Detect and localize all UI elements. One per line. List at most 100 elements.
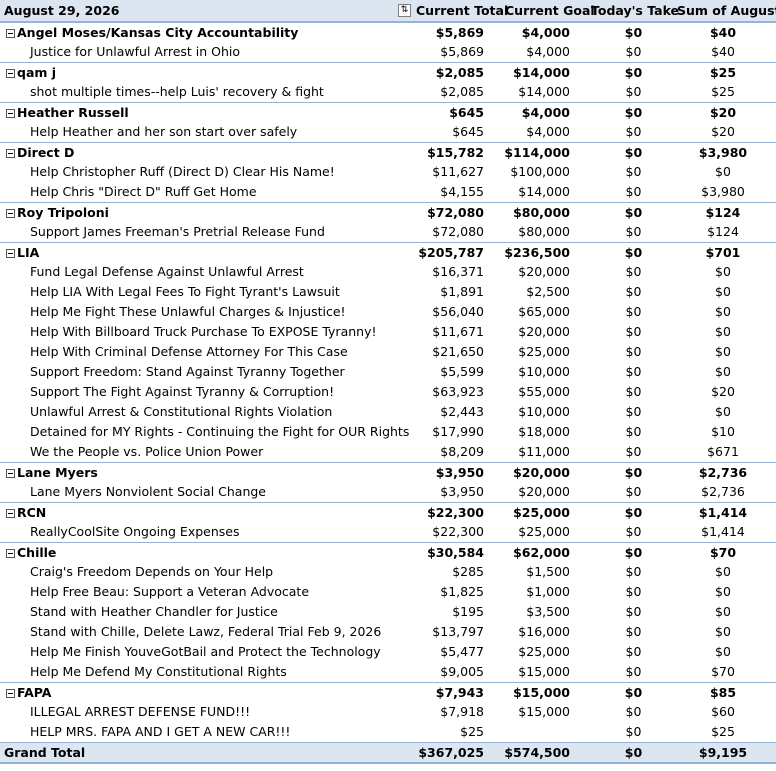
group-current-goal: $4,000 (521, 105, 570, 120)
item-row: ReallyCoolSite Ongoing Expenses $22,300 $2… (0, 522, 776, 542)
item-current-total: $5,599 (440, 364, 484, 379)
group-current-total: $2,085 (435, 65, 484, 80)
item-sum-of-august: $1,414 (701, 524, 745, 539)
item-row: Help Heather and her son start over safe… (0, 122, 776, 142)
item-name: Help With Billboard Truck Purchase To EX… (30, 324, 377, 339)
item-name: Stand with Chille, Delete Lawz, Federal … (30, 624, 382, 639)
group-row: Roy Tripoloni $72,080 $80,000 $0 $124 (0, 202, 776, 222)
item-current-total: $63,923 (432, 384, 484, 399)
item-row: Stand with Heather Chandler for Justice $… (0, 602, 776, 622)
item-current-total: $25 (460, 724, 484, 739)
item-current-goal: $65,000 (518, 304, 570, 319)
group-todays-take: $0 (624, 105, 643, 120)
group-current-total: $15,782 (427, 145, 484, 160)
item-todays-take: $0 (625, 84, 642, 99)
item-sum-of-august: $124 (707, 224, 739, 239)
item-name: Help Me Defend My Constitutional Rights (30, 664, 287, 679)
collapse-toggle-icon[interactable] (6, 69, 15, 78)
group-current-goal: $25,000 (513, 505, 570, 520)
item-todays-take: $0 (625, 284, 642, 299)
item-row: Help LIA With Legal Fees To Fight Tyrant… (0, 282, 776, 302)
item-sum-of-august: $10 (711, 424, 735, 439)
column-header-current-total[interactable]: Current Total (416, 0, 508, 21)
group-label: Angel Moses/Kansas City Accountability (6, 23, 298, 43)
collapse-toggle-icon[interactable] (6, 249, 15, 258)
item-name: Fund Legal Defense Against Unlawful Arre… (30, 264, 304, 279)
group-name: Heather Russell (17, 105, 129, 120)
group-name: Direct D (17, 145, 75, 160)
item-current-goal: $1,500 (526, 564, 570, 579)
group-todays-take: $0 (624, 205, 643, 220)
item-row: Support James Freeman's Pretrial Release… (0, 222, 776, 242)
item-name: Detained for MY Rights - Continuing the … (30, 424, 410, 439)
item-name: We the People vs. Police Union Power (30, 444, 264, 459)
group-sum-of-august: $25 (709, 65, 737, 80)
item-current-goal: $3,500 (526, 604, 570, 619)
group-row: Lane Myers $3,950 $20,000 $0 $2,736 (0, 462, 776, 482)
group-sum-of-august: $20 (709, 105, 737, 120)
item-sum-of-august: $3,980 (701, 184, 745, 199)
item-todays-take: $0 (625, 644, 642, 659)
grand-total-sum-of-august: $9,195 (698, 745, 748, 760)
group-row: qam j $2,085 $14,000 $0 $25 (0, 62, 776, 82)
item-current-goal: $15,000 (518, 664, 570, 679)
group-current-total: $5,869 (435, 25, 484, 40)
item-name: Help Me Fight These Unlawful Charges & I… (30, 304, 346, 319)
item-row: Help Christopher Ruff (Direct D) Clear H… (0, 162, 776, 182)
item-row: Help Chris "Direct D" Ruff Get Home $4,15… (0, 182, 776, 202)
item-todays-take: $0 (625, 224, 642, 239)
item-current-goal: $80,000 (518, 224, 570, 239)
item-name: shot multiple times--help Luis' recovery… (30, 84, 324, 99)
group-name: LIA (17, 245, 40, 260)
item-current-goal: $20,000 (518, 324, 570, 339)
item-current-total: $5,869 (440, 44, 484, 59)
item-current-goal: $25,000 (518, 524, 570, 539)
item-current-total: $11,671 (432, 324, 484, 339)
item-row: Lane Myers Nonviolent Social Change $3,95… (0, 482, 776, 502)
group-current-goal: $4,000 (521, 25, 570, 40)
item-name: Craig's Freedom Depends on Your Help (30, 564, 274, 579)
group-label: RCN (6, 503, 46, 523)
group-current-total: $205,787 (418, 245, 484, 260)
group-current-goal: $14,000 (513, 65, 570, 80)
group-row: Chille $30,584 $62,000 $0 $70 (0, 542, 776, 562)
group-todays-take: $0 (624, 545, 643, 560)
item-sum-of-august: $0 (715, 564, 731, 579)
group-current-total: $7,943 (435, 685, 484, 700)
item-row: Stand with Chille, Delete Lawz, Federal … (0, 622, 776, 642)
item-name: Stand with Heather Chandler for Justice (30, 604, 278, 619)
item-sum-of-august: $0 (715, 284, 731, 299)
item-current-total: $22,300 (432, 524, 484, 539)
item-current-goal: $20,000 (518, 484, 570, 499)
item-current-total: $11,627 (432, 164, 484, 179)
item-name: ILLEGAL ARREST DEFENSE FUND!!! (30, 704, 251, 719)
group-name: Angel Moses/Kansas City Accountability (17, 25, 299, 40)
collapse-toggle-icon[interactable] (6, 469, 15, 478)
collapse-toggle-icon[interactable] (6, 149, 15, 158)
column-header-todays-take[interactable]: Today's Take (591, 0, 679, 21)
collapse-toggle-icon[interactable] (6, 209, 15, 218)
collapse-toggle-icon[interactable] (6, 29, 15, 38)
collapse-toggle-icon[interactable] (6, 689, 15, 698)
group-label: Roy Tripoloni (6, 203, 109, 223)
collapse-toggle-icon[interactable] (6, 109, 15, 118)
item-current-total: $1,891 (440, 284, 484, 299)
sort-filter-icon[interactable]: ⇅ (398, 4, 411, 17)
item-name: Help Chris "Direct D" Ruff Get Home (30, 184, 257, 199)
group-row: Angel Moses/Kansas City Accountability $5… (0, 22, 776, 42)
item-name: Help Heather and her son start over safe… (30, 124, 298, 139)
item-current-goal: $15,000 (518, 704, 570, 719)
group-label: Chille (6, 543, 56, 563)
group-label: Direct D (6, 143, 74, 163)
column-header-current-goal[interactable]: Current Goal (505, 0, 595, 21)
group-sum-of-august: $701 (705, 245, 741, 260)
item-row: Fund Legal Defense Against Unlawful Arre… (0, 262, 776, 282)
item-row: Craig's Freedom Depends on Your Help $285… (0, 562, 776, 582)
item-todays-take: $0 (625, 44, 642, 59)
group-row: Heather Russell $645 $4,000 $0 $20 (0, 102, 776, 122)
collapse-toggle-icon[interactable] (6, 549, 15, 558)
collapse-toggle-icon[interactable] (6, 509, 15, 518)
column-header-sum-of-august[interactable]: Sum of August (677, 0, 776, 21)
group-name: qam j (17, 65, 57, 80)
item-sum-of-august: $0 (715, 324, 731, 339)
